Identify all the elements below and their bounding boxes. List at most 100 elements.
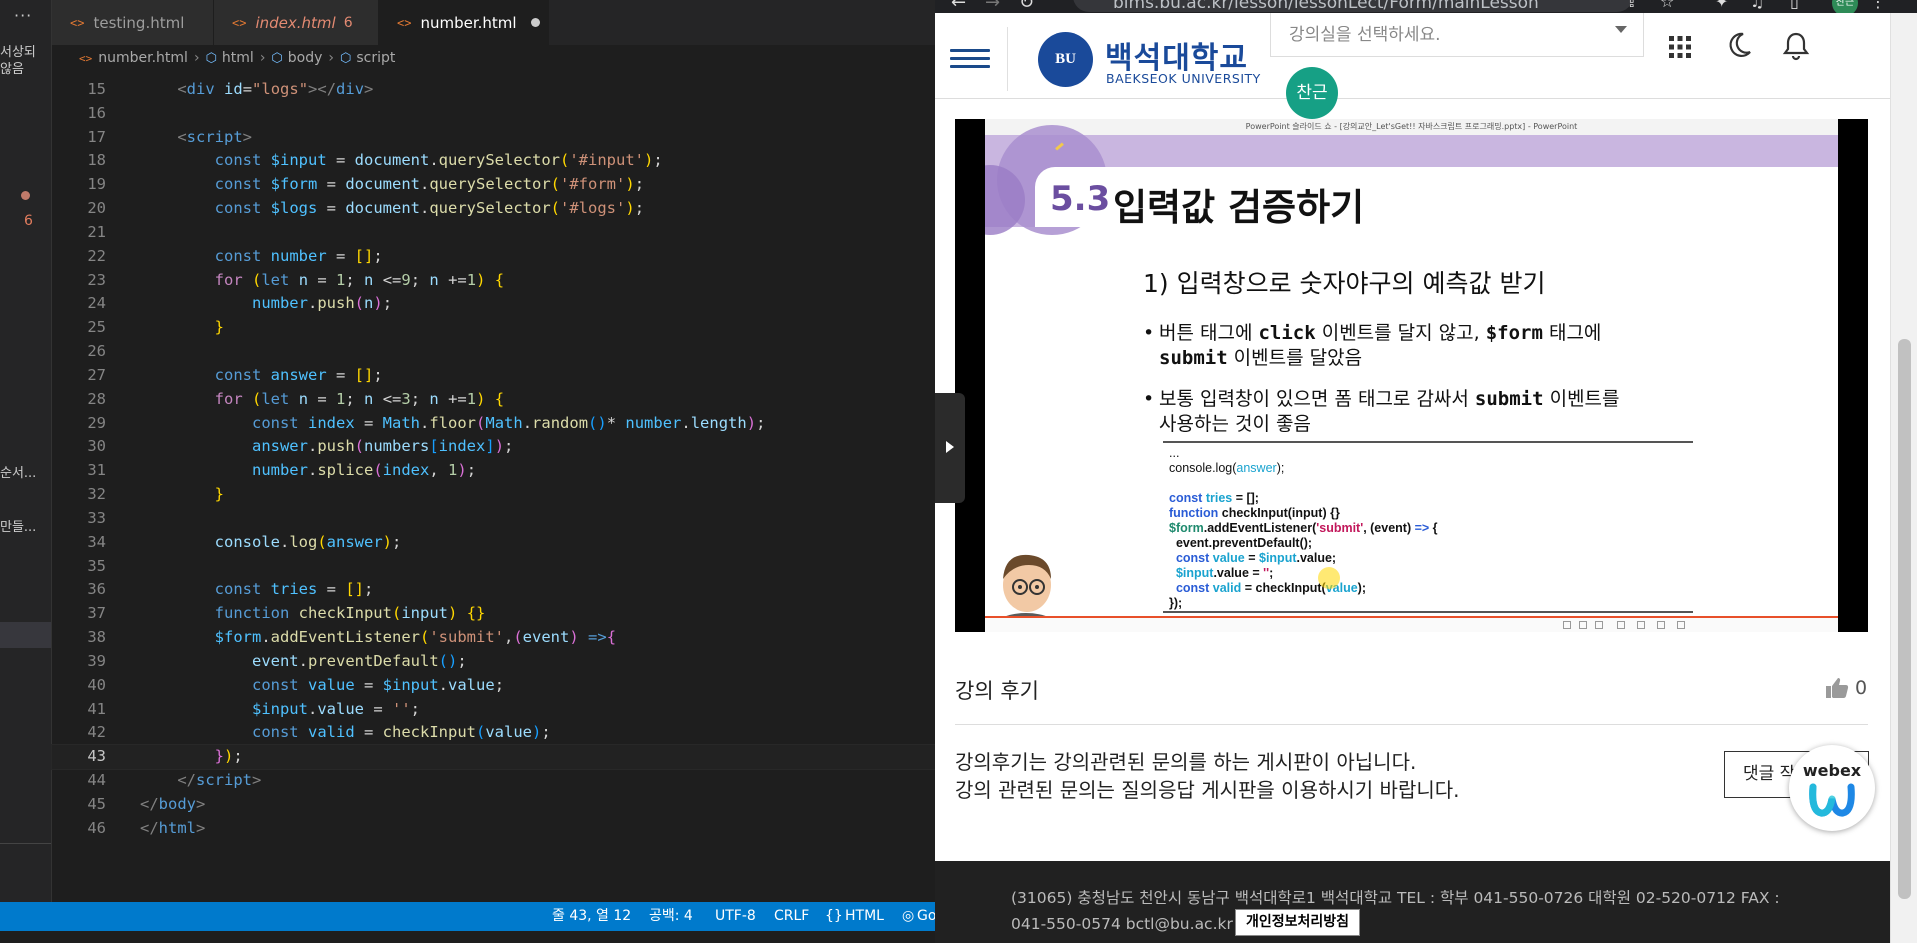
explorer-item-clipped[interactable]: 만들... bbox=[0, 516, 36, 535]
university-logo[interactable]: BU bbox=[1038, 32, 1093, 87]
reload-icon[interactable]: ↻ bbox=[1019, 0, 1034, 13]
more-actions-icon[interactable]: ··· bbox=[14, 6, 32, 25]
code-line[interactable]: 29 const index = Math.floor(Math.random(… bbox=[52, 412, 935, 436]
code-line[interactable]: 16 bbox=[52, 102, 935, 126]
media-icon[interactable]: ♫ bbox=[1750, 0, 1764, 11]
explorer-selected-item[interactable] bbox=[0, 622, 51, 648]
slide-bullet-text: 보통 입력창이 있으면 폼 태그로 감싸서 submit 이벤트를 사용하는 것… bbox=[1159, 388, 1620, 435]
sidepanel-icon[interactable]: ▯ bbox=[1790, 0, 1799, 11]
bookmark-star-icon[interactable]: ☆ bbox=[1660, 0, 1674, 11]
divider bbox=[1007, 27, 1008, 91]
code-line[interactable]: 30 answer.push(numbers[index]); bbox=[52, 435, 935, 459]
code-line[interactable]: 39 event.preventDefault(); bbox=[52, 650, 935, 674]
menu-kebab-icon[interactable]: ⋮ bbox=[1870, 0, 1886, 11]
breadcrumb-body[interactable]: body bbox=[288, 50, 323, 66]
line-ending[interactable]: CRLF bbox=[774, 902, 809, 931]
code-line[interactable]: 21 bbox=[52, 221, 935, 245]
code-text: for (let n = 1; n <=3; n +=1) { bbox=[214, 389, 505, 408]
cursor-position[interactable]: 줄 43, 열 12 bbox=[552, 902, 631, 931]
explorer-item-clipped[interactable]: 순서... bbox=[0, 462, 36, 481]
side-panel-toggle[interactable] bbox=[935, 393, 965, 503]
line-number: 27 bbox=[87, 365, 106, 384]
tab-index-html[interactable]: <> index.html 6 bbox=[214, 0, 379, 45]
code-line[interactable]: 15 <div id="logs"></div> bbox=[52, 78, 935, 102]
unsaved-dot-icon[interactable] bbox=[530, 18, 540, 27]
tab-testing-html[interactable]: <> testing.html bbox=[52, 0, 214, 45]
user-avatar[interactable]: 찬근 bbox=[1286, 67, 1338, 119]
breadcrumb-file[interactable]: number.html bbox=[98, 50, 188, 66]
language-mode[interactable]: HTML bbox=[845, 902, 884, 931]
share-icon[interactable]: ⇪ bbox=[1625, 0, 1638, 11]
go-live-button[interactable]: Go bbox=[917, 902, 935, 931]
code-line[interactable]: 18 const $input = document.querySelector… bbox=[52, 149, 935, 173]
code-line[interactable]: 34 console.log(answer); bbox=[52, 531, 935, 555]
code-line[interactable]: 25 } bbox=[52, 316, 935, 340]
breadcrumb-script[interactable]: script bbox=[356, 50, 395, 66]
slide-control-icon[interactable] bbox=[1637, 621, 1645, 629]
like-button[interactable]: 0 bbox=[1825, 677, 1867, 699]
code-line[interactable]: 36 const tries = []; bbox=[52, 578, 935, 602]
lecture-video-player[interactable]: PowerPoint 슬라이드 쇼 - [강의교안_Let'sGet!! 자바스… bbox=[955, 119, 1868, 632]
code-line[interactable]: 17 <script> bbox=[52, 126, 935, 150]
code-line[interactable]: 19 const $form = document.querySelector(… bbox=[52, 173, 935, 197]
extensions-icon[interactable]: ✦ bbox=[1715, 0, 1728, 11]
code-line[interactable]: 37 function checkInput(input) {} bbox=[52, 602, 935, 626]
code-line[interactable]: 28 for (let n = 1; n <=3; n +=1) { bbox=[52, 388, 935, 412]
tab-number-html[interactable]: <> number.html bbox=[379, 0, 549, 45]
back-icon[interactable]: ← bbox=[951, 0, 966, 13]
classroom-select[interactable]: 강의실을 선택하세요. bbox=[1270, 13, 1644, 57]
slide-control-icon[interactable] bbox=[1579, 621, 1587, 629]
code-line[interactable]: 46 </html> bbox=[52, 817, 935, 841]
forward-icon[interactable]: → bbox=[985, 0, 1000, 13]
classroom-select-placeholder: 강의실을 선택하세요. bbox=[1289, 25, 1441, 45]
chevron-right-icon: › bbox=[328, 50, 335, 66]
divider bbox=[1163, 611, 1693, 613]
code-text: function checkInput(input) {} bbox=[214, 604, 486, 623]
code-line[interactable]: 40 const value = $input.value; bbox=[52, 674, 935, 698]
profile-avatar[interactable]: 찬근 bbox=[1832, 0, 1858, 13]
review-section-title: 강의 후기 bbox=[955, 679, 1039, 703]
indentation[interactable]: 공백: 4 bbox=[649, 902, 693, 931]
code-line[interactable]: 24 number.push(n); bbox=[52, 292, 935, 316]
slide-control-icon[interactable] bbox=[1617, 621, 1625, 629]
code-line[interactable]: 45 </body> bbox=[52, 793, 935, 817]
code-line[interactable]: 20 const $logs = document.querySelector(… bbox=[52, 197, 935, 221]
explorer-item-clipped[interactable]: 않음 bbox=[0, 58, 24, 77]
slide-control-icon[interactable] bbox=[1677, 621, 1685, 629]
code-line[interactable]: 42 const valid = checkInput(value); bbox=[52, 721, 935, 745]
code-line[interactable]: 44 </script> bbox=[52, 769, 935, 793]
apps-grid-icon[interactable] bbox=[1668, 35, 1692, 66]
chevron-right-icon: › bbox=[259, 50, 266, 66]
line-number: 44 bbox=[87, 771, 106, 790]
footer-address: (31065) 충청남도 천안시 동남구 백석대학로1 백석대학교 TEL : … bbox=[1011, 889, 1780, 933]
breadcrumb-html[interactable]: html bbox=[222, 50, 254, 66]
code-editor[interactable]: 15 <div id="logs"></div> 16 17 <script> 18 … bbox=[51, 78, 935, 902]
code-line[interactable]: 27 const answer = []; bbox=[52, 364, 935, 388]
code-line[interactable]: 41 $input.value = ''; bbox=[52, 698, 935, 722]
line-number: 35 bbox=[87, 556, 106, 575]
code-line[interactable]: 43 }); bbox=[51, 744, 935, 771]
scrollbar-thumb[interactable] bbox=[1898, 339, 1911, 899]
slide-control-icon[interactable] bbox=[1595, 621, 1603, 629]
code-line[interactable]: 23 for (let n = 1; n <=9; n +=1) { bbox=[52, 269, 935, 293]
notification-bell-icon[interactable] bbox=[1782, 31, 1810, 68]
dark-mode-moon-icon[interactable] bbox=[1725, 31, 1753, 66]
code-line[interactable]: 38 $form.addEventListener('submit',(even… bbox=[52, 626, 935, 650]
play-arrow-icon bbox=[946, 441, 954, 453]
webex-launcher[interactable]: webex bbox=[1789, 745, 1875, 831]
line-number: 26 bbox=[87, 342, 106, 361]
slide-control-icon[interactable] bbox=[1563, 621, 1571, 629]
slide-control-icon[interactable] bbox=[1657, 621, 1665, 629]
encoding[interactable]: UTF-8 bbox=[715, 902, 756, 931]
url-text[interactable]: bims.bu.ac.kr/lesson/lessonLect/Form/mai… bbox=[1113, 0, 1539, 13]
code-line[interactable]: 32 } bbox=[52, 483, 935, 507]
code-line[interactable]: 35 bbox=[52, 555, 935, 579]
line-number: 41 bbox=[87, 699, 106, 718]
privacy-policy-button[interactable]: 개인정보처리방침 bbox=[1235, 909, 1361, 936]
code-line[interactable]: 31 number.splice(index, 1); bbox=[52, 459, 935, 483]
code-line[interactable]: 33 bbox=[52, 507, 935, 531]
hamburger-menu-icon[interactable] bbox=[950, 49, 990, 71]
page-scrollbar[interactable] bbox=[1890, 13, 1917, 943]
code-line[interactable]: 26 bbox=[52, 340, 935, 364]
code-line[interactable]: 22 const number = []; bbox=[52, 245, 935, 269]
